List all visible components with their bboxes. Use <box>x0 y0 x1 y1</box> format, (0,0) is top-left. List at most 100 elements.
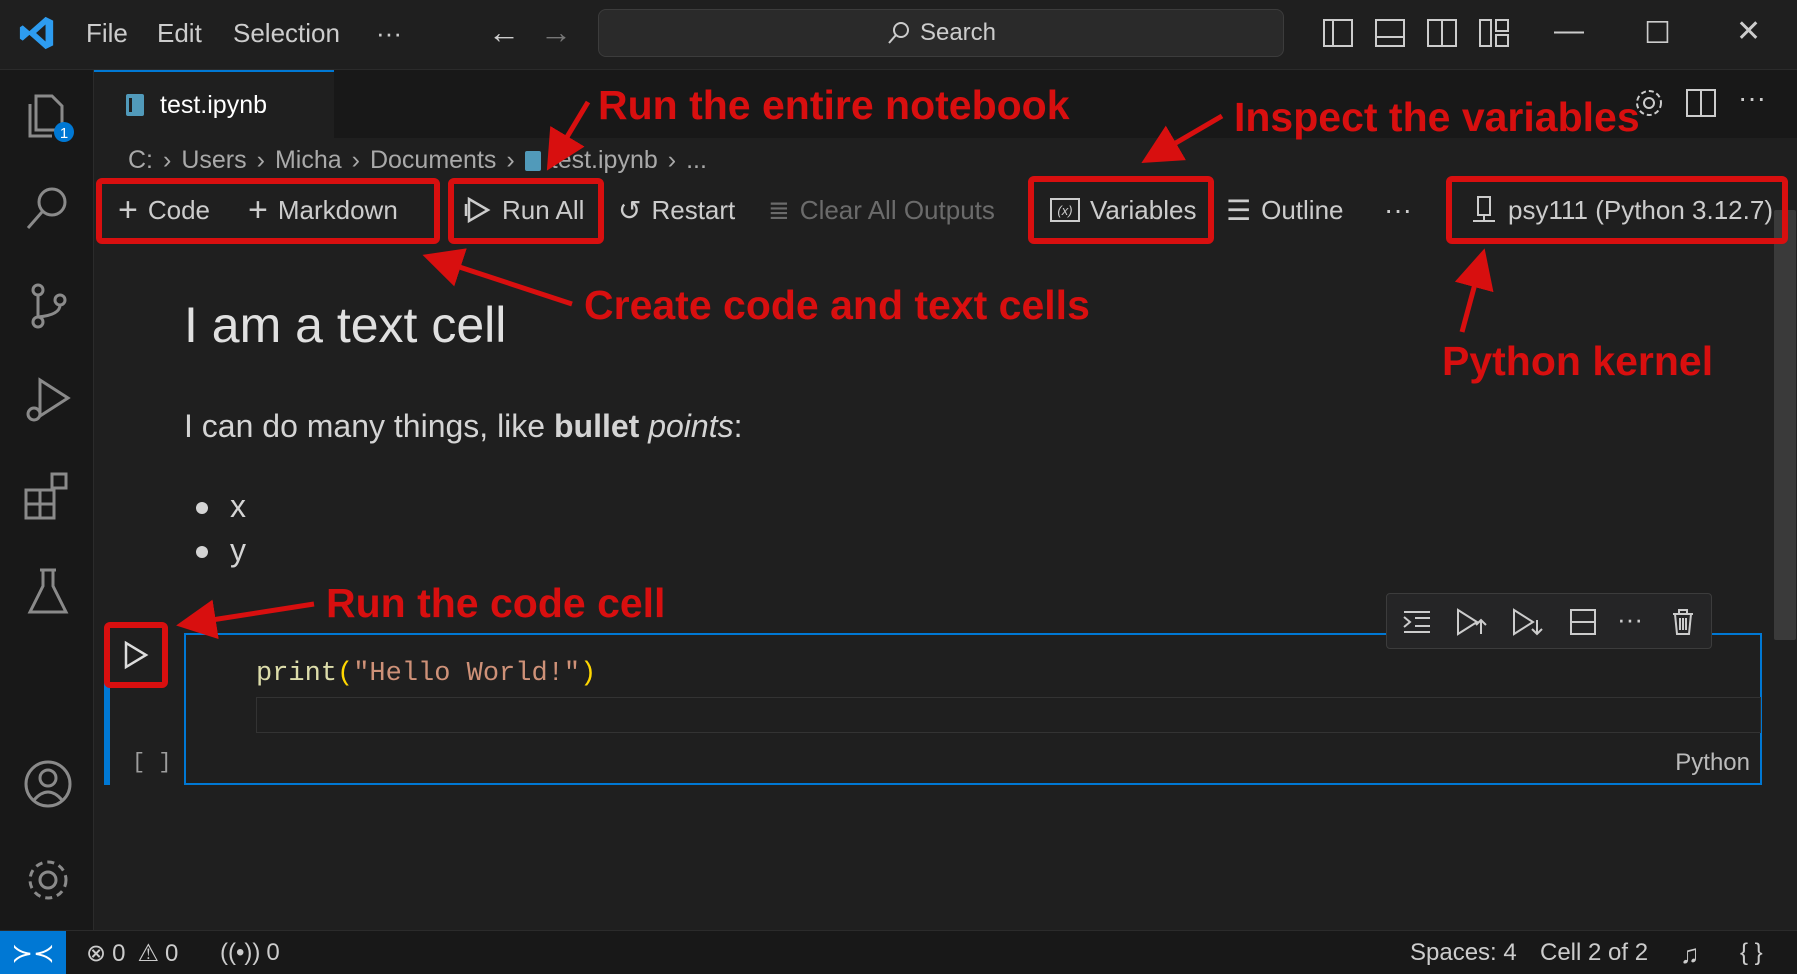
chevron-right-icon: › <box>506 146 515 174</box>
code-paren-open: ( <box>337 659 354 689</box>
breadcrumb-file[interactable]: test.ipynb <box>551 146 658 175</box>
explorer-icon[interactable]: 1 <box>22 90 74 142</box>
forward-arrow-icon[interactable]: → <box>540 14 572 51</box>
clear-all-outputs-label: Clear All Outputs <box>799 194 995 225</box>
bullet-item: y <box>196 532 246 568</box>
cell-toolbar: ··· <box>1386 593 1712 649</box>
testing-flask-icon[interactable] <box>22 566 74 618</box>
toggle-secondary-sidebar-icon[interactable] <box>1426 18 1458 48</box>
annotation-box-variables <box>1028 176 1214 244</box>
search-icon[interactable] <box>22 182 74 234</box>
breadcrumb-users[interactable]: Users <box>181 146 246 175</box>
breadcrumb: C: › Users › Micha › Documents › test.ipynb ›… <box>128 146 707 175</box>
back-arrow-icon[interactable]: ← <box>488 14 520 51</box>
error-count: 0 <box>112 939 126 967</box>
split-cell-icon[interactable] <box>1567 606 1599 638</box>
remote-indicator-button[interactable]: ≻≺ <box>0 931 66 974</box>
toggle-panel-icon[interactable] <box>1374 18 1406 48</box>
annotation-box-create-cells <box>96 178 440 244</box>
cell-more-icon[interactable]: ··· <box>1617 604 1643 635</box>
outline-label: Outline <box>1261 194 1344 225</box>
problems-button[interactable]: ⊗ 0 ⚠ 0 <box>86 939 178 968</box>
chevron-right-icon: › <box>351 146 360 174</box>
more-actions-icon[interactable]: ··· <box>1738 82 1766 114</box>
menu-more[interactable]: ··· <box>376 18 402 49</box>
maximize-icon[interactable]: ☐ <box>1644 16 1671 51</box>
para-colon: : <box>733 408 743 444</box>
annotation-box-kernel <box>1446 176 1788 244</box>
explorer-badge: 1 <box>60 125 68 142</box>
annotation-inspect-variables: Inspect the variables <box>1234 94 1640 140</box>
notifications-bell-icon[interactable]: ♫ <box>1680 939 1700 970</box>
minimize-icon[interactable]: — <box>1554 14 1584 48</box>
code-current-line[interactable] <box>256 697 1761 733</box>
split-editor-icon[interactable] <box>1684 86 1718 120</box>
annotation-run-code-cell: Run the code cell <box>326 580 666 626</box>
code-paren-close: ) <box>580 659 597 689</box>
vscode-logo-icon <box>19 16 54 50</box>
search-icon <box>888 22 909 44</box>
editor-scrollbar[interactable] <box>1774 210 1796 640</box>
restart-label: Restart <box>651 194 736 225</box>
para-text: I can do many things, like <box>184 408 554 444</box>
search-label: Search <box>919 19 997 46</box>
source-control-icon[interactable] <box>22 280 74 332</box>
error-icon: ⊗ <box>86 940 107 967</box>
restart-kernel-button[interactable]: ↺ Restart <box>618 180 735 240</box>
extensions-icon[interactable] <box>22 470 74 522</box>
remote-icon: ≻≺ <box>11 937 55 968</box>
breadcrumb-drive[interactable]: C: <box>128 146 153 175</box>
chevron-right-icon: › <box>256 146 265 174</box>
toolbar-more-button[interactable]: ··· <box>1384 180 1412 240</box>
arrow-kernel <box>1454 248 1494 333</box>
indentation-button[interactable]: Spaces: 4 <box>1410 939 1517 967</box>
customize-layout-icon[interactable] <box>1478 18 1510 48</box>
breadcrumb-more[interactable]: ... <box>686 146 707 175</box>
outline-list-icon: ☰ <box>1226 194 1252 226</box>
language-status-braces-icon[interactable]: { } <box>1740 939 1763 967</box>
para-bold: bullet <box>553 408 640 444</box>
delete-cell-trash-icon[interactable] <box>1667 606 1699 638</box>
cell-language-picker[interactable]: Python <box>1675 749 1750 777</box>
clear-all-outputs-button[interactable]: ≣ Clear All Outputs <box>768 180 995 240</box>
code-line[interactable]: print("Hello World!") <box>256 659 596 689</box>
code-cell[interactable]: print("Hello World!") Python <box>184 633 1762 785</box>
warning-count: 0 <box>164 939 179 967</box>
tab-label: test.ipynb <box>160 90 268 119</box>
annotation-run-entire-notebook: Run the entire notebook <box>598 82 1070 128</box>
run-and-debug-icon[interactable] <box>22 374 74 426</box>
run-above-icon[interactable] <box>1455 606 1487 638</box>
bullet-item: x <box>196 488 246 524</box>
toggle-primary-sidebar-icon[interactable] <box>1322 18 1354 48</box>
breadcrumb-documents[interactable]: Documents <box>370 146 496 175</box>
menu-file[interactable]: File <box>86 18 128 49</box>
warning-icon: ⚠ <box>137 940 159 967</box>
execute-above-icon[interactable] <box>1401 606 1433 638</box>
menu-edit[interactable]: Edit <box>157 18 202 49</box>
tab-test-ipynb[interactable]: test.ipynb <box>94 70 334 138</box>
outline-button[interactable]: ☰ Outline <box>1226 180 1344 240</box>
broadcast-icon: ((•)) <box>220 939 261 966</box>
para-italic: points <box>648 408 734 444</box>
breadcrumb-micha[interactable]: Micha <box>275 146 342 175</box>
title-bar: File Edit Selection ··· ← → Search — ☐ ✕ <box>0 0 1797 70</box>
ports-button[interactable]: ((•)) 0 <box>220 939 280 967</box>
activity-bar: 1 <box>0 70 94 930</box>
annotation-box-run-all <box>448 178 604 244</box>
notebook-file-icon <box>126 94 144 116</box>
accounts-icon[interactable] <box>22 758 74 810</box>
annotation-python-kernel: Python kernel <box>1442 338 1714 384</box>
ports-count: 0 <box>266 939 280 966</box>
close-icon[interactable]: ✕ <box>1736 14 1761 49</box>
chevron-right-icon: › <box>163 146 172 174</box>
status-bar: ≻≺ ⊗ 0 ⚠ 0 ((•)) 0 Spaces: 4 Cell 2 of 2 ♫ … <box>0 930 1797 974</box>
annotation-create-cells: Create code and text cells <box>584 282 1090 328</box>
manage-gear-icon[interactable] <box>22 854 74 906</box>
menu-selection[interactable]: Selection <box>233 18 340 49</box>
code-function: print <box>256 659 338 689</box>
chevron-right-icon: › <box>667 146 677 174</box>
run-below-icon[interactable] <box>1511 606 1543 638</box>
cell-position-indicator[interactable]: Cell 2 of 2 <box>1540 939 1648 967</box>
command-center-search[interactable]: Search <box>598 9 1284 57</box>
execution-count: [ ] <box>132 750 172 775</box>
